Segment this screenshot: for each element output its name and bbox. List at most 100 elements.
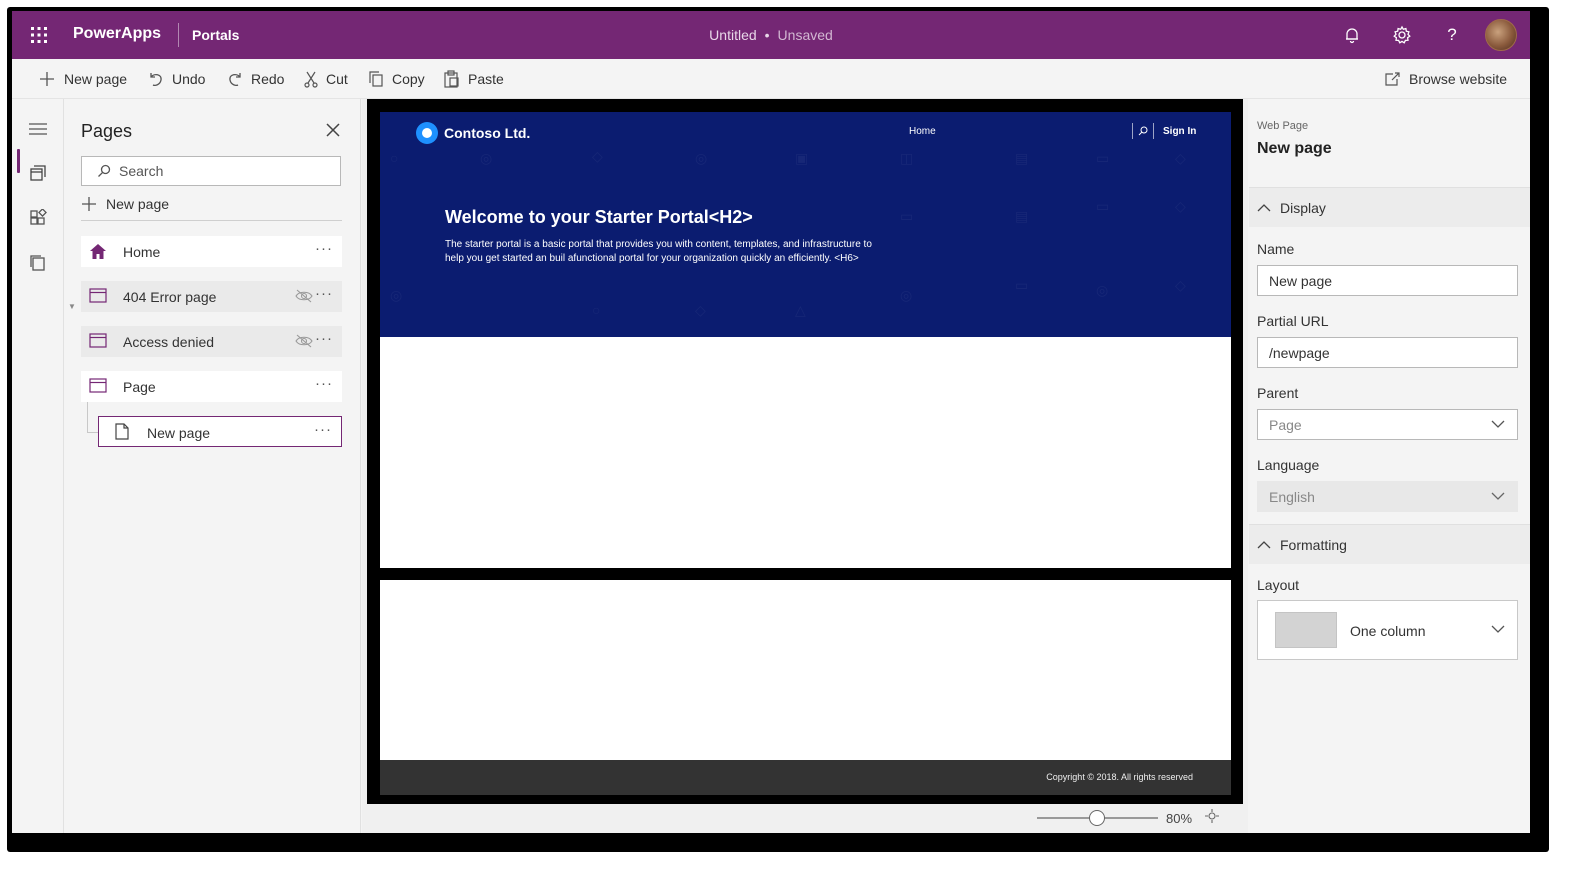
hero-title: Welcome to your Starter Portal<H2> bbox=[445, 207, 753, 227]
divider bbox=[81, 220, 342, 221]
pattern-decoration: ▭ bbox=[1096, 198, 1110, 214]
page-item-home[interactable]: Home ··· bbox=[81, 236, 342, 267]
browse-website-button[interactable]: Browse website bbox=[1384, 68, 1507, 90]
page-item-access-denied[interactable]: Access denied ··· bbox=[81, 326, 342, 357]
hero-section[interactable]: ○ ◎ ◇ ◎ ▣ ◫ ▤ ▭ ◇ ▭ ▤ ▭ ◇ ◎ ○ ◇ △ ◎ ▭ ◎ … bbox=[380, 112, 1231, 337]
pattern-decoration: ▤ bbox=[1015, 208, 1029, 224]
add-new-page-button[interactable]: New page bbox=[81, 193, 169, 215]
chevron-up-icon bbox=[1257, 203, 1271, 211]
company-name: Contoso Ltd. bbox=[444, 125, 531, 141]
page-item-label: Page bbox=[123, 379, 156, 395]
collapse-caret-icon[interactable]: ▼ bbox=[68, 302, 76, 311]
paste-button[interactable]: Paste bbox=[443, 68, 504, 90]
hamburger-icon[interactable] bbox=[26, 117, 50, 141]
chevron-down-icon bbox=[1491, 625, 1505, 633]
chevron-down-icon bbox=[1491, 492, 1505, 500]
zoom-level: 80% bbox=[1166, 810, 1193, 826]
display-section-label: Display bbox=[1280, 199, 1326, 216]
redo-button[interactable]: Redo bbox=[227, 68, 284, 90]
name-field[interactable] bbox=[1257, 265, 1518, 296]
search-icon bbox=[98, 164, 111, 177]
templates-icon[interactable] bbox=[26, 251, 50, 275]
external-link-icon bbox=[1385, 72, 1400, 86]
pattern-decoration: ◇ bbox=[592, 148, 603, 164]
site-footer[interactable]: Copyright © 2018. All rights reserved bbox=[380, 760, 1231, 795]
site-preview[interactable]: ○ ◎ ◇ ◎ ▣ ◫ ▤ ▭ ◇ ▭ ▤ ▭ ◇ ◎ ○ ◇ △ ◎ ▭ ◎ … bbox=[380, 112, 1231, 795]
home-icon bbox=[89, 243, 107, 263]
redo-icon bbox=[229, 73, 241, 86]
pattern-decoration: ○ bbox=[390, 150, 399, 166]
page-item-new-page[interactable]: New page ··· bbox=[98, 416, 342, 447]
pages-panel: Pages New page Home ··· ▼ 404 Error page bbox=[65, 99, 361, 833]
help-icon[interactable]: ? bbox=[1440, 23, 1464, 47]
undo-button[interactable]: Undo bbox=[148, 68, 205, 90]
parent-value: Page bbox=[1269, 416, 1302, 433]
chevron-down-icon bbox=[1491, 420, 1505, 428]
hidden-eye-icon[interactable] bbox=[295, 334, 313, 351]
rail-selection-indicator bbox=[17, 149, 20, 173]
copy-button[interactable]: Copy bbox=[368, 68, 425, 90]
zoom-control: 80% bbox=[1037, 808, 1220, 828]
chevron-up-icon bbox=[1257, 540, 1271, 548]
parent-select[interactable]: Page bbox=[1257, 409, 1518, 440]
fit-to-screen-icon[interactable] bbox=[1204, 808, 1220, 829]
new-page-button[interactable]: New page bbox=[38, 68, 127, 90]
more-options-icon[interactable]: ··· bbox=[314, 421, 332, 438]
tree-connector bbox=[87, 432, 98, 433]
bell-icon[interactable] bbox=[1340, 23, 1364, 47]
pattern-decoration: ◇ bbox=[1175, 198, 1186, 214]
plus-icon bbox=[40, 72, 54, 86]
redo-label: Redo bbox=[251, 71, 285, 87]
site-sign-in-link[interactable]: Sign In bbox=[1163, 126, 1196, 137]
site-logo[interactable]: Contoso Ltd. bbox=[416, 122, 530, 144]
pattern-decoration: ▭ bbox=[900, 208, 914, 224]
search-box[interactable] bbox=[81, 156, 341, 186]
pattern-decoration: ◫ bbox=[900, 150, 914, 166]
pattern-decoration: ◎ bbox=[1096, 282, 1109, 298]
pattern-decoration: ▣ bbox=[795, 150, 809, 166]
top-bar: PowerApps Portals Untitled • Unsaved ? bbox=[12, 11, 1530, 59]
site-search-icon[interactable] bbox=[1132, 123, 1154, 139]
pattern-decoration: ◎ bbox=[900, 287, 913, 303]
zoom-slider[interactable] bbox=[1037, 810, 1158, 826]
more-options-icon[interactable]: ··· bbox=[315, 375, 333, 392]
more-options-icon[interactable]: ··· bbox=[315, 330, 333, 347]
hero-body: The starter portal is a basic portal tha… bbox=[445, 239, 872, 264]
pattern-decoration: ◎ bbox=[695, 150, 708, 166]
site-nav-home[interactable]: Home bbox=[909, 126, 936, 137]
gear-icon[interactable] bbox=[1390, 23, 1414, 47]
pattern-decoration: ◇ bbox=[1175, 277, 1186, 293]
app-window: PowerApps Portals Untitled • Unsaved ? New… bbox=[12, 11, 1530, 833]
avatar[interactable] bbox=[1485, 19, 1517, 51]
page-item-404[interactable]: 404 Error page ··· bbox=[81, 281, 342, 312]
section-divider bbox=[380, 568, 1231, 580]
page-item-page[interactable]: Page ··· bbox=[81, 371, 342, 402]
components-icon[interactable] bbox=[26, 206, 50, 230]
language-select[interactable]: English bbox=[1257, 481, 1518, 512]
page-item-label: New page bbox=[147, 425, 211, 441]
name-input[interactable] bbox=[1269, 272, 1499, 289]
new-page-label: New page bbox=[64, 71, 128, 87]
cut-button[interactable]: Cut bbox=[304, 68, 348, 90]
document-icon bbox=[114, 423, 130, 443]
pages-icon[interactable] bbox=[26, 161, 50, 185]
pattern-decoration: ▭ bbox=[1015, 277, 1029, 293]
partial-url-field[interactable] bbox=[1257, 337, 1518, 368]
hidden-eye-icon[interactable] bbox=[295, 289, 313, 306]
more-options-icon[interactable]: ··· bbox=[315, 285, 333, 302]
layout-thumbnail bbox=[1275, 612, 1337, 648]
more-options-icon[interactable]: ··· bbox=[315, 240, 333, 257]
close-icon[interactable] bbox=[324, 121, 342, 139]
site-preview-frame: ○ ◎ ◇ ◎ ▣ ◫ ▤ ▭ ◇ ▭ ▤ ▭ ◇ ◎ ○ ◇ △ ◎ ▭ ◎ … bbox=[367, 99, 1243, 804]
pattern-decoration: ○ bbox=[592, 302, 601, 318]
search-input[interactable] bbox=[119, 163, 319, 179]
display-section-toggle[interactable]: Display bbox=[1249, 187, 1530, 227]
zoom-slider-thumb[interactable] bbox=[1089, 810, 1105, 826]
properties-panel: Web Page New page Display Name Partial U… bbox=[1249, 99, 1530, 833]
layout-select[interactable]: One column bbox=[1257, 600, 1518, 660]
page-item-label: Home bbox=[123, 244, 161, 260]
formatting-section-toggle[interactable]: Formatting bbox=[1249, 524, 1530, 564]
doc-separator: • bbox=[764, 27, 770, 43]
partial-url-input[interactable] bbox=[1269, 344, 1499, 361]
command-bar: New page Undo Redo Cut Copy Paste Browse… bbox=[12, 59, 1530, 99]
